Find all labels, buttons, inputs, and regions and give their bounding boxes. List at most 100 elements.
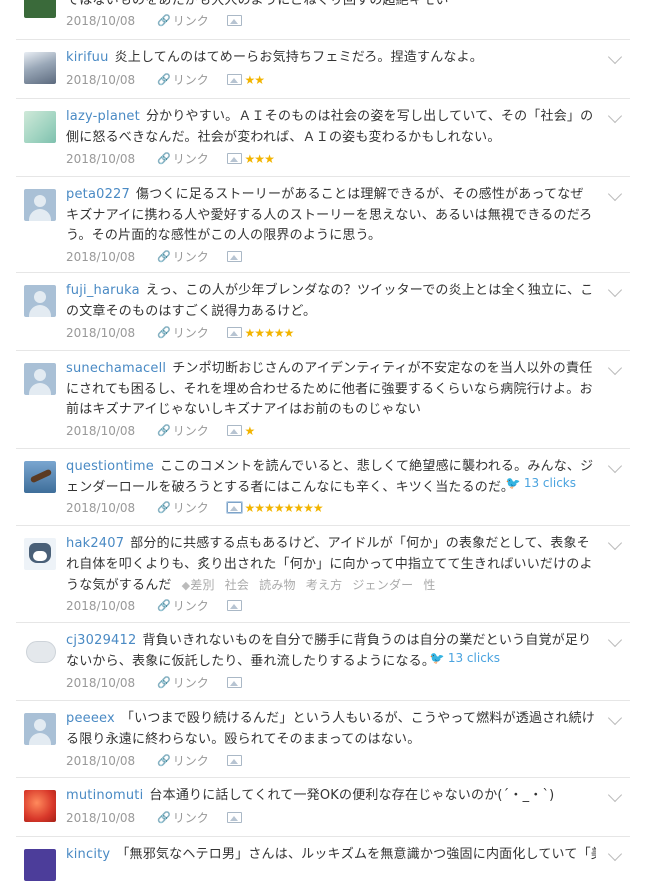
link-button[interactable]: 🔗 リンク xyxy=(157,248,209,265)
link-button[interactable]: 🔗 リンク xyxy=(157,809,209,826)
comment-username[interactable]: hak2407 xyxy=(66,536,124,551)
comment-username[interactable]: peeeex xyxy=(66,711,115,726)
comment-username[interactable]: mutinomuti xyxy=(66,788,143,803)
link-button[interactable]: 🔗 リンク xyxy=(157,324,209,341)
link-button[interactable]: 🔗 リンク xyxy=(157,71,209,88)
chevron-down-icon[interactable] xyxy=(607,787,623,803)
image-icon[interactable] xyxy=(226,15,242,26)
tag-icon: ◆ xyxy=(181,579,191,592)
comment-username[interactable]: fuji_haruka xyxy=(66,283,140,298)
tag-list[interactable]: ◆差別 社会 読み物 考え方 ジェンダー 性 xyxy=(172,578,436,592)
comment-username[interactable]: peta0227 xyxy=(66,187,130,202)
avatar[interactable] xyxy=(24,285,56,317)
default-avatar-body xyxy=(29,383,51,395)
image-icon[interactable] xyxy=(226,812,242,823)
comment-item: questiontime ここのコメントを読んでいると、悲しくて絶望感に襲われる。… xyxy=(16,449,630,526)
image-icon[interactable] xyxy=(226,153,242,164)
avatar[interactable] xyxy=(24,790,56,822)
comment-meta: 2018/10/08 🔗 リンク ★★ xyxy=(66,71,265,88)
image-icon[interactable] xyxy=(225,501,243,514)
default-avatar-body xyxy=(29,305,51,317)
bookmark-comment-list: ではないものをあたかも大人のようにこねくり回すの超絶キモい 2018/10/08… xyxy=(16,0,630,881)
link-button[interactable]: 🔗 リンク xyxy=(157,422,209,439)
avatar[interactable] xyxy=(24,538,56,570)
comment-meta: 2018/10/08 🔗 リンク xyxy=(66,674,245,690)
comment-date: 2018/10/08 xyxy=(66,325,136,340)
image-icon[interactable] xyxy=(226,425,242,436)
avatar[interactable] xyxy=(24,713,56,745)
avatar[interactable] xyxy=(24,189,56,221)
avatar[interactable] xyxy=(24,0,56,18)
avatar[interactable] xyxy=(24,363,56,395)
comment-meta: 2018/10/08 🔗 リンク xyxy=(66,597,245,613)
comment-item: lazy-planet 分かりやすい。ＡＩそのものは社会の姿を写し出していて、その… xyxy=(16,99,630,177)
chevron-down-icon[interactable] xyxy=(607,535,623,551)
comment-username[interactable]: kincity xyxy=(66,847,110,862)
chevron-down-icon[interactable] xyxy=(607,49,623,65)
comment-item: hak2407 部分的に共感する点もあるけど、アイドルが「何か」の表象だとして、表… xyxy=(16,526,630,623)
comment-item: mutinomuti 台本通りに話してくれて一発OKの便利な存在じゃないのか(´・… xyxy=(16,778,630,837)
chevron-down-icon[interactable] xyxy=(607,108,623,124)
link-button[interactable]: 🔗 リンク xyxy=(157,674,209,691)
default-avatar-head xyxy=(34,291,46,303)
tweet-clicks[interactable]: 🐦 13 clicks xyxy=(506,476,576,490)
link-icon: 🔗 xyxy=(157,753,171,767)
default-avatar-body xyxy=(29,733,51,745)
comment-date: 2018/10/08 xyxy=(66,151,136,166)
link-button[interactable]: 🔗 リンク xyxy=(157,12,209,29)
avatar[interactable] xyxy=(24,52,56,84)
link-icon: 🔗 xyxy=(157,151,171,165)
comment-text: kincity 「無邪気なヘテロ男」さんは、ルッキズムを無意識かつ強固に内面化して… xyxy=(66,847,596,862)
image-icon[interactable] xyxy=(226,251,242,262)
comment-meta: 2018/10/08 🔗 リンク xyxy=(66,809,245,825)
star-rating: ★★★★★ xyxy=(244,325,295,340)
comment-text: mutinomuti 台本通りに話してくれて一発OKの便利な存在じゃないのか(´・… xyxy=(66,788,555,803)
chevron-down-icon[interactable] xyxy=(607,282,623,298)
comment-item: peta0227 傷つくに足るストーリーがあることは理解できるが、その感性があって… xyxy=(16,177,630,273)
link-button[interactable]: 🔗 リンク xyxy=(157,499,209,516)
link-button[interactable]: 🔗 リンク xyxy=(157,597,209,614)
image-icon[interactable] xyxy=(226,327,242,338)
comment-text: kirifuu 炎上してんのはてめーらお気持ちフェミだろ。捏造すんなよ。 xyxy=(66,50,483,65)
avatar[interactable] xyxy=(24,849,56,881)
comment-item: fuji_haruka えっ、この人が少年ブレンダなの？ツイッターでの炎上とは全く… xyxy=(16,273,630,351)
comment-item: ではないものをあたかも大人のようにこねくり回すの超絶キモい 2018/10/08… xyxy=(16,0,630,40)
comment-username[interactable]: sunechamacell xyxy=(66,361,166,376)
comment-username[interactable]: kirifuu xyxy=(66,50,109,65)
default-avatar-head xyxy=(34,195,46,207)
link-button[interactable]: 🔗 リンク xyxy=(157,752,209,769)
comment-meta: 2018/10/08 🔗 リンク ★ xyxy=(66,422,255,439)
chevron-down-icon[interactable] xyxy=(607,186,623,202)
comment-item: cj3029412 背負いきれないものを自分で勝手に背負うのは自分の業だという自覚… xyxy=(16,623,630,701)
comment-username[interactable]: cj3029412 xyxy=(66,633,136,648)
twitter-icon: 🐦 xyxy=(505,476,521,490)
image-icon[interactable] xyxy=(226,600,242,611)
avatar[interactable] xyxy=(24,461,56,493)
default-avatar-body xyxy=(29,209,51,221)
chevron-down-icon[interactable] xyxy=(607,710,623,726)
comment-text: peta0227 傷つくに足るストーリーがあることは理解できるが、その感性があって… xyxy=(66,187,593,243)
comment-username[interactable]: lazy-planet xyxy=(66,109,140,124)
avatar[interactable] xyxy=(24,111,56,143)
comment-item: kincity 「無邪気なヘテロ男」さんは、ルッキズムを無意識かつ強固に内面化して… xyxy=(16,837,630,881)
comment-date: 2018/10/08 xyxy=(66,598,136,613)
chevron-down-icon[interactable] xyxy=(607,360,623,376)
comment-username[interactable]: questiontime xyxy=(66,459,154,474)
comment-meta: 2018/10/08 🔗 リンク xyxy=(66,248,245,264)
avatar[interactable] xyxy=(24,635,56,667)
link-icon: 🔗 xyxy=(157,598,171,612)
comment-date: 2018/10/08 xyxy=(66,500,136,515)
image-icon[interactable] xyxy=(226,74,242,85)
tweet-clicks[interactable]: 🐦 13 clicks xyxy=(430,651,500,665)
comment-item: kirifuu 炎上してんのはてめーらお気持ちフェミだろ。捏造すんなよ。 2018… xyxy=(16,40,630,99)
chevron-down-icon[interactable] xyxy=(607,458,623,474)
image-icon[interactable] xyxy=(226,755,242,766)
link-button[interactable]: 🔗 リンク xyxy=(157,150,209,167)
link-icon: 🔗 xyxy=(157,72,171,86)
image-icon[interactable] xyxy=(226,677,242,688)
comment-date: 2018/10/08 xyxy=(66,753,136,768)
chevron-down-icon[interactable] xyxy=(607,846,623,862)
chevron-down-icon[interactable] xyxy=(607,632,623,648)
star-rating: ★★★ xyxy=(244,151,275,166)
cat-face xyxy=(33,551,47,561)
